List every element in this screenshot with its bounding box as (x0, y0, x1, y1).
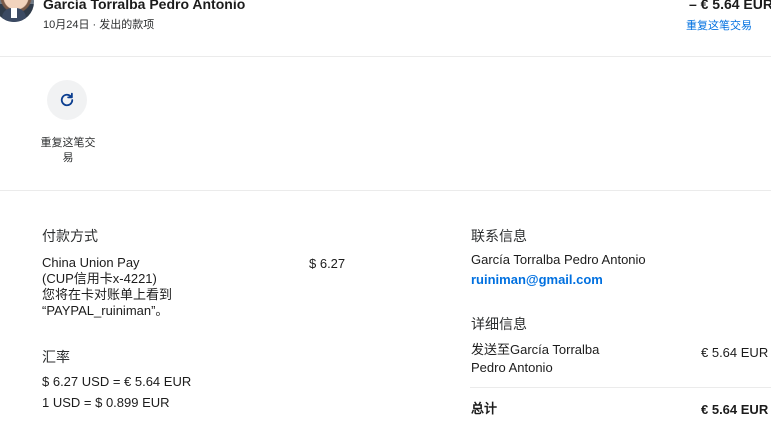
payment-amount: $ 6.27 (309, 256, 346, 271)
transaction-details-page: García Torralba Pedro Antonio 10月24日 · 发… (0, 0, 771, 429)
repeat-transaction-label: 重复这笔交 易 (33, 136, 103, 166)
total-label: 总计 (471, 401, 498, 416)
contact-info-title: 联系信息 (471, 228, 527, 244)
contact-email[interactable]: ruiniman@gmail.com (471, 273, 603, 286)
transaction-amount: – € 5.64 EUR (688, 0, 771, 12)
statement-note: 您将在卡对账单上看到 (42, 287, 173, 302)
repeat-transaction-link[interactable]: 重复这笔交易 (686, 17, 752, 33)
divider (470, 387, 771, 388)
recipient-name: García Torralba Pedro Antonio (43, 0, 246, 12)
contact-name: García Torralba Pedro Antonio (471, 252, 646, 267)
avatar-collar (11, 8, 17, 18)
statement-descriptor: “PAYPAL_ruiniman”。 (42, 303, 169, 318)
repeat-transaction-button[interactable] (47, 80, 87, 120)
total-amount: € 5.64 EUR (701, 402, 769, 417)
details-title: 详细信息 (471, 316, 527, 332)
divider (0, 56, 771, 57)
divider (0, 190, 771, 191)
sent-to-line1: 发送至García Torralba (471, 342, 600, 357)
sent-amount: € 5.64 EUR (701, 345, 769, 360)
payment-card-info: (CUP信用卡x-4221) (42, 271, 157, 286)
payment-method-title: 付款方式 (42, 228, 98, 244)
exchange-conversion: $ 6.27 USD = € 5.64 EUR (42, 374, 192, 389)
refresh-icon (60, 92, 74, 107)
transaction-date-type: 10月24日 · 发出的款项 (43, 19, 155, 31)
exchange-rate-title: 汇率 (42, 349, 70, 365)
avatar (0, 0, 34, 22)
sent-to-line2: Pedro Antonio (471, 360, 553, 375)
exchange-rate: 1 USD = $ 0.899 EUR (42, 395, 170, 410)
payment-method-name: China Union Pay (42, 255, 140, 270)
repeat-label-line1: 重复这笔交 (40, 137, 96, 149)
repeat-label-line2: 易 (62, 152, 74, 164)
